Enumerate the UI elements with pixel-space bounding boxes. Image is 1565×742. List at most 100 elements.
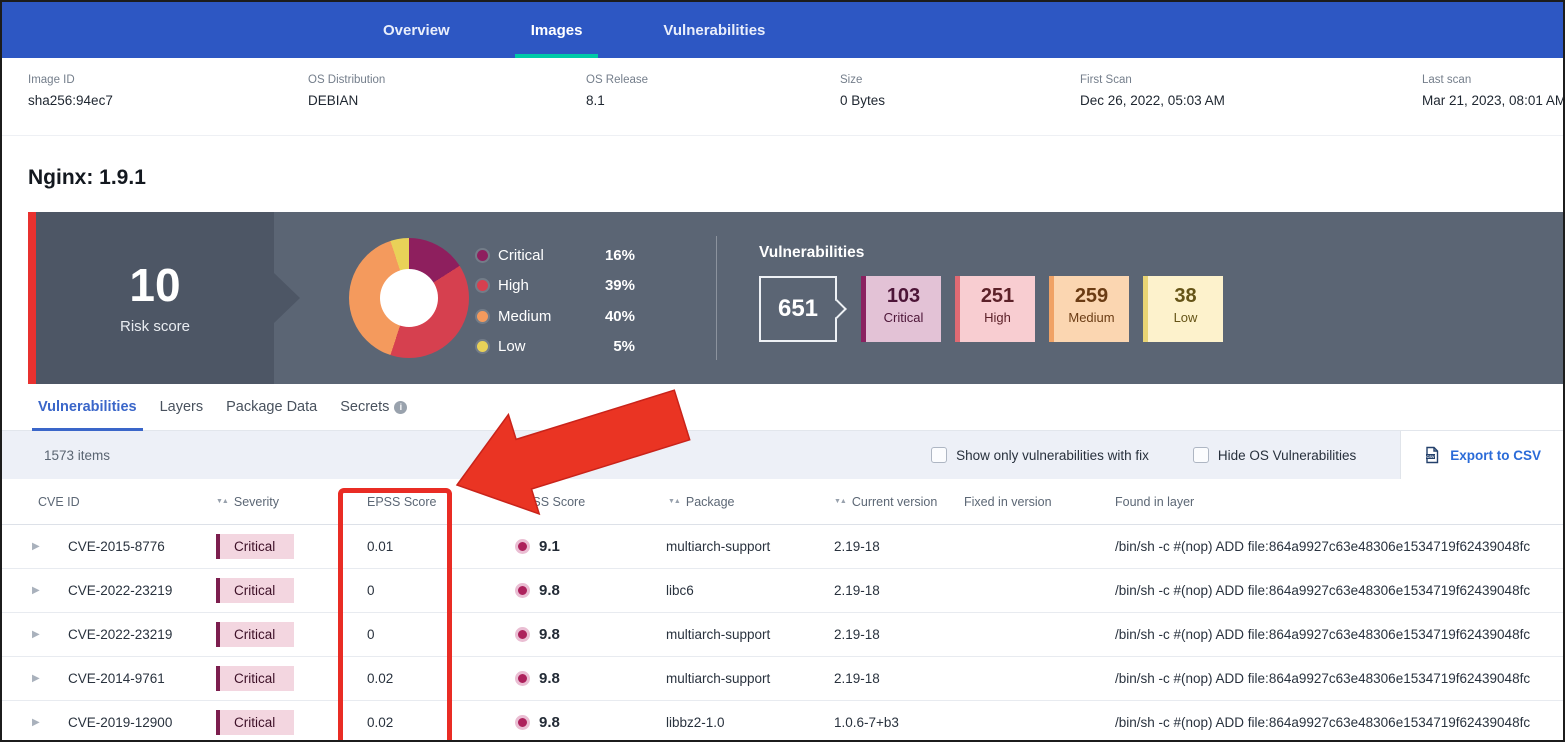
info-value: Mar 21, 2023, 08:01 AM (1422, 93, 1563, 108)
tab-package-data[interactable]: Package Data (226, 384, 317, 430)
sort-icon[interactable]: ▼▲ (668, 498, 680, 505)
table-row[interactable]: ▶ CVE-2015-8776 Critical 0.01 9.1 multia… (2, 525, 1563, 569)
legend-item-high: High 39% (477, 271, 635, 302)
sort-icon[interactable]: ▼▲ (216, 498, 228, 505)
severity-card-critical[interactable]: 103 Critical (861, 276, 941, 342)
critical-dot-icon (477, 250, 488, 261)
info-field-first-scan: First Scan Dec 26, 2022, 05:03 AM (1080, 74, 1422, 135)
column-header-epss-score[interactable]: EPSS Score (351, 495, 501, 509)
column-header-severity[interactable]: ▼▲ Severity (216, 495, 351, 509)
epss-score-cell: 0.02 (351, 715, 501, 730)
column-label: CVSS Score (515, 495, 585, 509)
column-header-cve-id[interactable]: CVE ID (18, 495, 216, 509)
severity-card-count: 103 (866, 285, 941, 308)
cvss-severity-dot-icon (515, 583, 530, 598)
tab-layers[interactable]: Layers (160, 384, 204, 430)
checkbox-icon[interactable] (931, 447, 947, 463)
severity-badge: Critical (216, 578, 294, 603)
epss-score-cell: 0.01 (351, 539, 501, 554)
filter-show-only-with-fix[interactable]: Show only vulnerabilities with fix (931, 447, 1149, 463)
table-row[interactable]: ▶ CVE-2014-9761 Critical 0.02 9.8 multia… (2, 657, 1563, 701)
cve-id-cell: CVE-2015-8776 (58, 539, 216, 554)
severity-card-medium[interactable]: 259 Medium (1049, 276, 1129, 342)
column-header-found-in-layer[interactable]: Found in layer (1115, 495, 1563, 509)
tab-vulnerabilities[interactable]: Vulnerabilities (38, 384, 137, 430)
nav-tab-overview[interactable]: Overview (367, 2, 466, 58)
info-label: OS Distribution (308, 74, 586, 86)
column-header-cvss-score[interactable]: CVSS Score (501, 495, 666, 509)
severity-badge: Critical (216, 710, 294, 735)
filter-hide-os-vulnerabilities[interactable]: Hide OS Vulnerabilities (1193, 447, 1356, 463)
info-field-image-id: Image ID sha256:94ec7 (28, 74, 308, 135)
image-info-bar: Image ID sha256:94ec7 OS Distribution DE… (2, 58, 1563, 136)
cvss-score-cell: 9.1 (501, 538, 666, 555)
row-expand-icon[interactable]: ▶ (18, 673, 58, 684)
current-version-cell: 2.19-18 (834, 539, 964, 554)
cvss-severity-dot-icon (515, 627, 530, 642)
row-expand-icon[interactable]: ▶ (18, 585, 58, 596)
page-title: Nginx: 1.9.1 (28, 166, 1563, 192)
risk-score-value: 10 (129, 262, 180, 308)
cvss-severity-dot-icon (515, 671, 530, 686)
epss-score-cell: 0 (351, 627, 501, 642)
current-version-cell: 2.19-18 (834, 627, 964, 642)
column-header-package[interactable]: ▼▲ Package (666, 495, 834, 509)
table-row[interactable]: ▶ CVE-2019-12900 Critical 0.02 9.8 libbz… (2, 701, 1563, 742)
nav-tab-vulnerabilities[interactable]: Vulnerabilities (647, 2, 781, 58)
cvss-value: 9.1 (539, 538, 560, 555)
cvss-value: 9.8 (539, 582, 560, 599)
info-value: 0 Bytes (840, 93, 1080, 108)
legend-percent: 5% (613, 338, 635, 355)
sort-icon[interactable]: ▼▲ (834, 498, 846, 505)
info-label: Size (840, 74, 1080, 86)
table-row[interactable]: ▶ CVE-2022-23219 Critical 0 9.8 multiarc… (2, 613, 1563, 657)
column-header-fixed-in-version[interactable]: Fixed in version (964, 495, 1115, 509)
vulnerabilities-counts-row: 651 103 Critical 251 High 259 Medium 38 (759, 276, 1237, 342)
legend-percent: 39% (605, 277, 635, 294)
current-version-cell: 1.0.6-7+b3 (834, 715, 964, 730)
row-expand-icon[interactable]: ▶ (18, 717, 58, 728)
severity-card-low[interactable]: 38 Low (1143, 276, 1223, 342)
cve-id-cell: CVE-2022-23219 (58, 583, 216, 598)
info-field-size: Size 0 Bytes (840, 74, 1080, 135)
info-value: 8.1 (586, 93, 840, 108)
risk-accent-bar (28, 212, 36, 384)
low-dot-icon (477, 341, 488, 352)
found-in-layer-cell: /bin/sh -c #(nop) ADD file:864a9927c63e4… (1115, 671, 1563, 686)
table-header-row: CVE ID ▼▲ Severity EPSS Score CVSS Score… (2, 479, 1563, 525)
high-dot-icon (477, 280, 488, 291)
row-expand-icon[interactable]: ▶ (18, 541, 58, 552)
found-in-layer-cell: /bin/sh -c #(nop) ADD file:864a9927c63e4… (1115, 539, 1563, 554)
severity-card-high[interactable]: 251 High (955, 276, 1035, 342)
severity-card-count: 38 (1148, 285, 1223, 308)
info-label: First Scan (1080, 74, 1422, 86)
package-cell: libc6 (666, 583, 834, 598)
export-to-csv-button[interactable]: CSV Export to CSV (1400, 431, 1563, 479)
legend-item-critical: Critical 16% (477, 240, 635, 271)
legend-label: Medium (498, 308, 551, 325)
current-version-cell: 2.19-18 (834, 671, 964, 686)
info-field-last-scan: Last scan Mar 21, 2023, 08:01 AM (1422, 74, 1563, 135)
info-value: DEBIAN (308, 93, 586, 108)
checkbox-icon[interactable] (1193, 447, 1209, 463)
nav-tab-images[interactable]: Images (515, 2, 599, 58)
tab-secrets-label: Secrets (340, 399, 389, 415)
legend-item-low: Low 5% (477, 332, 635, 363)
cve-id-cell: CVE-2014-9761 (58, 671, 216, 686)
cvss-score-cell: 9.8 (501, 714, 666, 731)
app-window: Overview Images Vulnerabilities Image ID… (0, 0, 1565, 742)
severity-card-label: Low (1148, 310, 1223, 325)
found-in-layer-cell: /bin/sh -c #(nop) ADD file:864a9927c63e4… (1115, 715, 1563, 730)
cvss-value: 9.8 (539, 626, 560, 643)
info-label: OS Release (586, 74, 840, 86)
risk-summary-panel: 10 Risk score Critical 16% High 39% Medi… (28, 212, 1563, 384)
info-label: Image ID (28, 74, 308, 86)
column-header-current-version[interactable]: ▼▲ Current version (834, 495, 964, 509)
filter-label: Show only vulnerabilities with fix (956, 448, 1149, 463)
tab-secrets[interactable]: Secrets i (340, 384, 407, 430)
risk-block-arrow (274, 273, 300, 323)
row-expand-icon[interactable]: ▶ (18, 629, 58, 640)
table-row[interactable]: ▶ CVE-2022-23219 Critical 0 9.8 libc6 2.… (2, 569, 1563, 613)
cvss-score-cell: 9.8 (501, 670, 666, 687)
severity-cell: Critical (216, 666, 351, 691)
